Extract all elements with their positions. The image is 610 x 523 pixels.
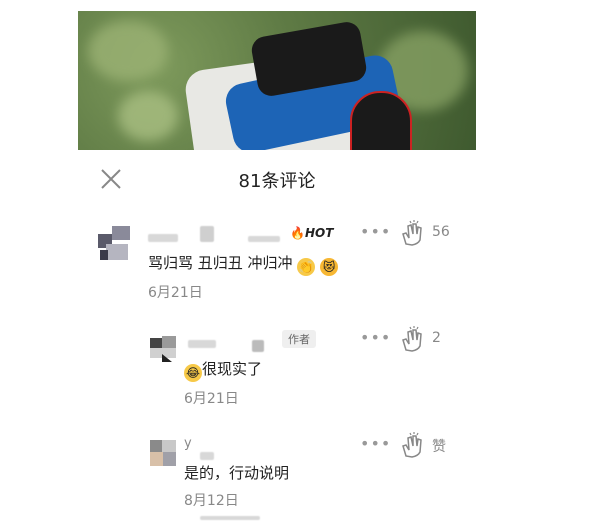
hot-label: HOT [304, 226, 334, 240]
flame-icon: 🔥 [290, 226, 305, 240]
username[interactable]: y [184, 436, 192, 451]
username-fragment [200, 226, 214, 242]
username-fragment [252, 340, 264, 352]
username[interactable] [148, 234, 178, 242]
more-icon[interactable]: ••• [360, 434, 391, 453]
username-fragment [248, 236, 280, 242]
like-count: 56 [432, 224, 450, 240]
comment-date: 8月12日 [184, 493, 239, 509]
avatar[interactable] [150, 336, 176, 362]
comments-header: 81条评论 [78, 150, 476, 210]
heart-eyes-cat-icon: 😻 [320, 258, 339, 276]
page-title: 81条评论 [238, 171, 316, 192]
author-badge: 作者 [282, 330, 316, 348]
username[interactable] [188, 340, 216, 348]
laughing-face-icon: 😂 [184, 364, 202, 382]
like-count: 2 [432, 330, 441, 346]
clap-icon[interactable] [400, 432, 424, 462]
clapping-hands-icon: 👏 [297, 258, 316, 276]
comment-date: 6月21日 [184, 391, 239, 407]
comment-text: 骂归骂 丑归丑 冲归冲 👏 😻 [148, 252, 339, 276]
comment-text-content: 骂归骂 丑归丑 冲归冲 [148, 254, 293, 272]
username-fragment [200, 452, 214, 460]
like-label: 赞 [432, 439, 446, 455]
clap-icon[interactable] [400, 220, 424, 250]
hero-image [78, 11, 476, 150]
comment-text: 😂 很现实了 [184, 358, 262, 382]
more-icon[interactable]: ••• [360, 222, 391, 241]
comment-text-content: 很现实了 [202, 360, 263, 378]
comment-date: 6月21日 [148, 285, 203, 301]
more-icon[interactable]: ••• [360, 328, 391, 347]
hot-badge: 🔥HOT [290, 226, 333, 240]
clap-icon[interactable] [400, 326, 424, 356]
avatar[interactable] [150, 440, 176, 466]
next-comment-partial [200, 516, 260, 520]
avatar[interactable] [98, 226, 132, 262]
comment-text: 是的，行动说明 [184, 464, 290, 482]
